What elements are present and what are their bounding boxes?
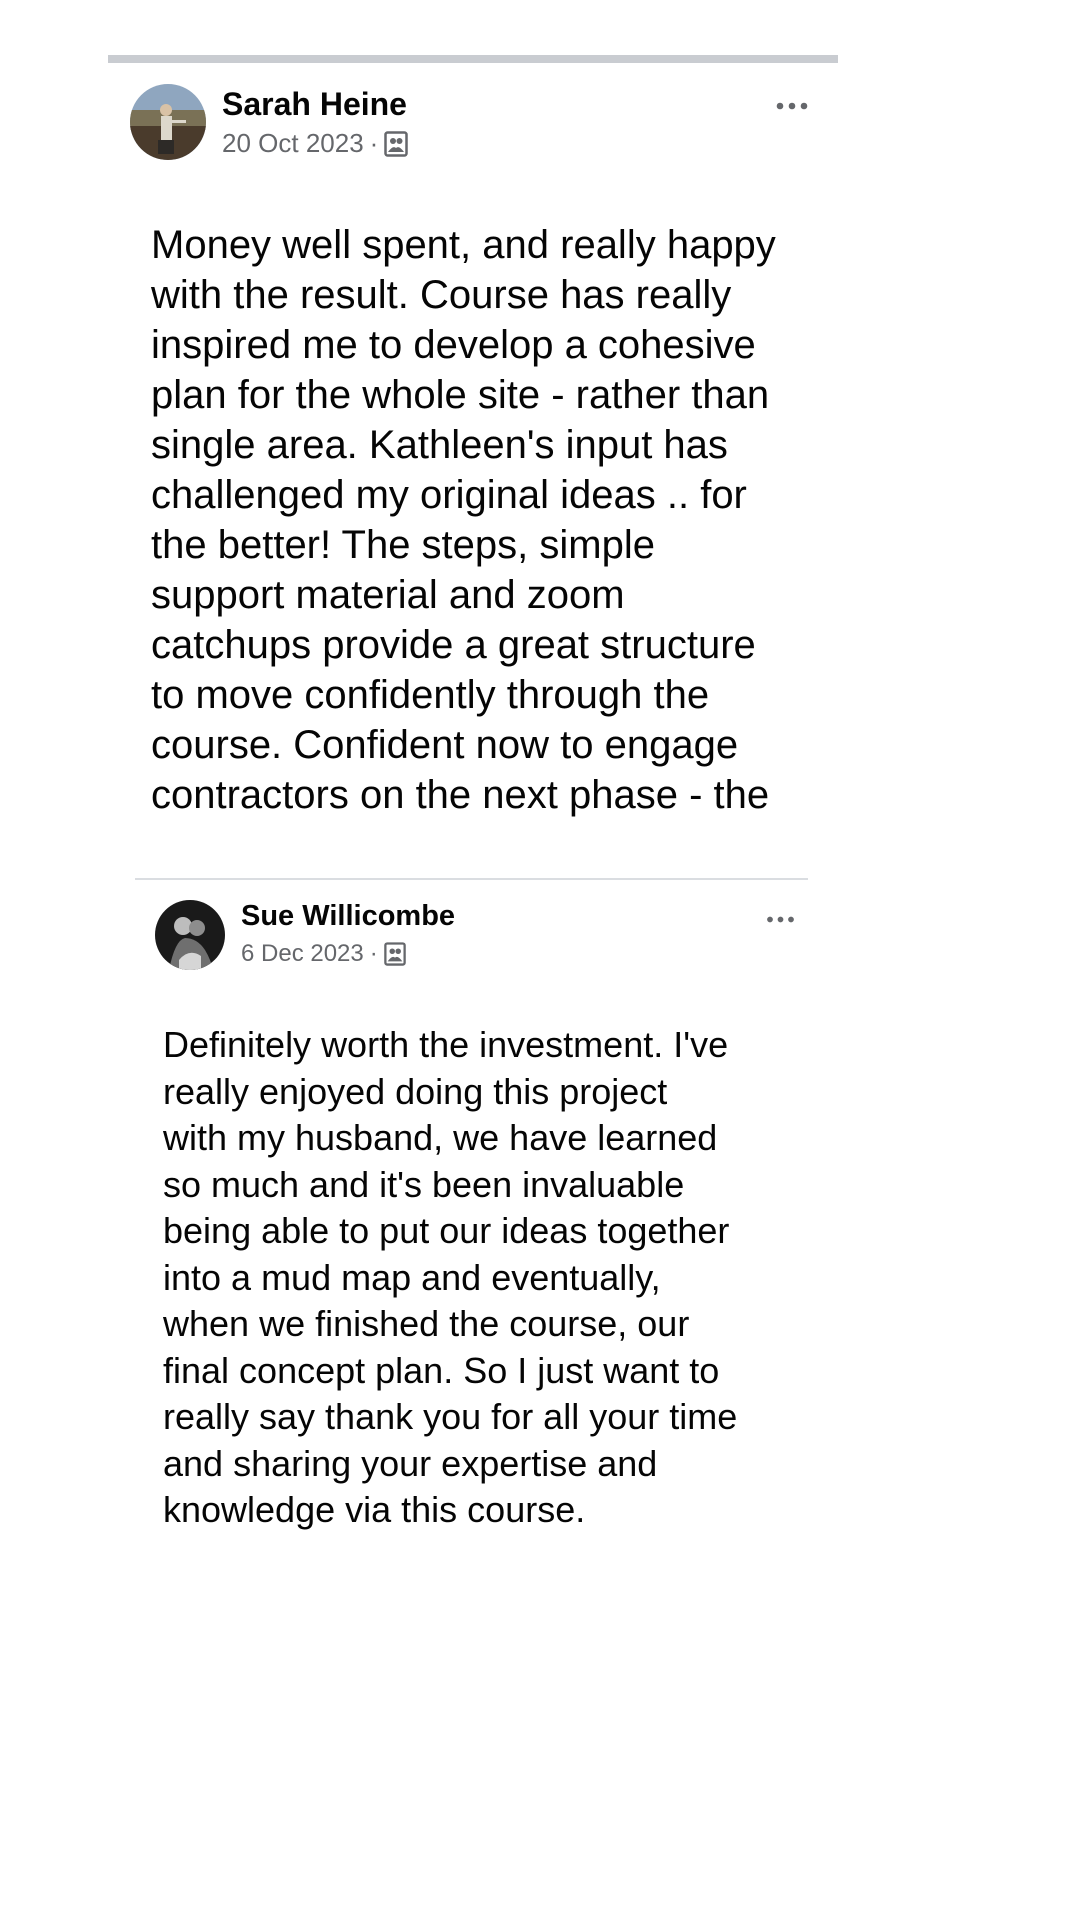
top-divider bbox=[108, 55, 838, 63]
more-options-button[interactable] bbox=[770, 94, 814, 118]
author-name[interactable]: Sarah Heine bbox=[222, 86, 407, 123]
author-name[interactable]: Sue Willicombe bbox=[241, 900, 455, 933]
more-options-button[interactable] bbox=[760, 908, 800, 930]
avatar[interactable] bbox=[130, 84, 206, 160]
post-date[interactable]: 20 Oct 2023 bbox=[222, 128, 364, 159]
friends-audience-icon[interactable] bbox=[383, 942, 406, 966]
ellipsis-icon bbox=[776, 102, 808, 110]
meta-separator: · bbox=[369, 940, 378, 967]
post-meta: 20 Oct 2023 · bbox=[222, 128, 409, 159]
ellipsis-icon bbox=[766, 916, 794, 922]
post-date[interactable]: 6 Dec 2023 bbox=[241, 940, 364, 968]
friends-audience-icon[interactable] bbox=[384, 130, 409, 157]
review-text: Definitely worth the investment. I've re… bbox=[163, 1024, 738, 1530]
avatar[interactable] bbox=[155, 900, 225, 970]
post-divider bbox=[135, 878, 808, 880]
review-text: Money well spent, and really happy with … bbox=[151, 223, 776, 817]
post-meta: 6 Dec 2023 · bbox=[241, 940, 406, 968]
meta-separator: · bbox=[369, 128, 379, 158]
